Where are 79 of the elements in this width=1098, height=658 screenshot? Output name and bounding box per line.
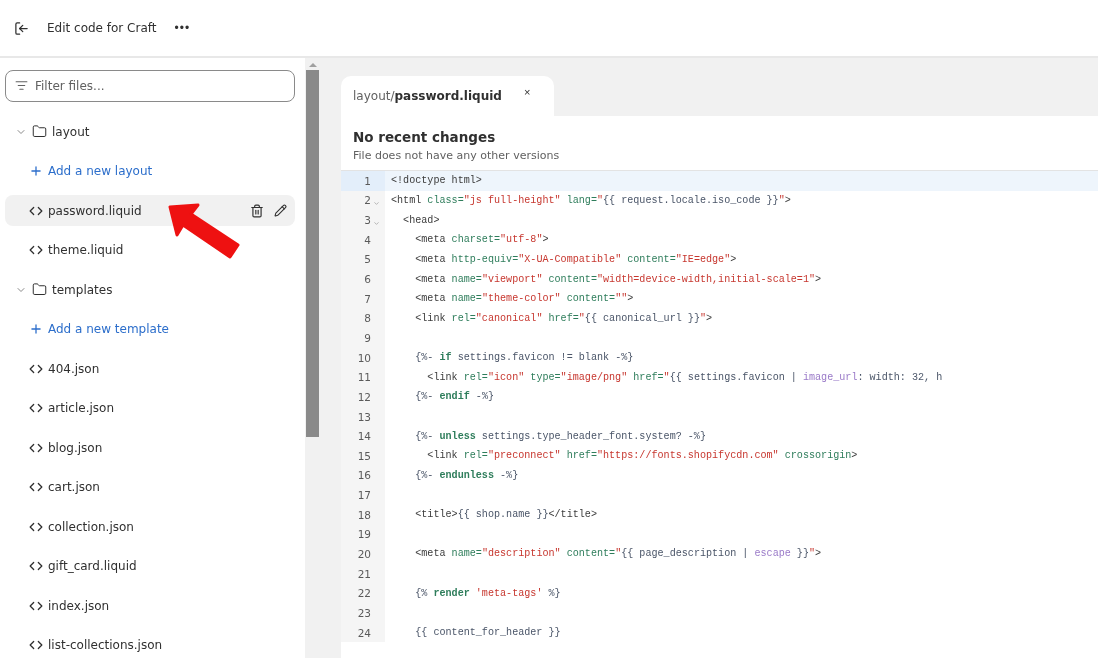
code-line: {% render 'meta-tags' %} — [414, 587, 561, 599]
line-number: 24 — [357, 626, 371, 639]
line-number: 7 — [364, 292, 371, 305]
line-number: 16 — [357, 469, 371, 482]
line-number: 12 — [357, 390, 371, 403]
code-line: <link rel="preconnect" href="https://fonts.shopifycdn.com" crossorigin> — [426, 450, 858, 462]
file-item[interactable]: 404.json — [5, 353, 295, 384]
code-line: <meta charset="utf-8"> — [414, 234, 549, 246]
line-number: 17 — [357, 489, 371, 502]
exit-button[interactable] — [14, 20, 29, 36]
line-number: 23 — [357, 606, 371, 619]
file-item[interactable]: password.liquid — [5, 195, 295, 226]
folder-icon — [32, 282, 47, 297]
plus-icon — [29, 322, 43, 336]
code-line: <title>{{ shop.name }}</title> — [414, 509, 597, 521]
line-number: 13 — [357, 410, 371, 423]
file-tab[interactable]: layout/password.liquid × — [341, 76, 555, 116]
code-icon — [29, 638, 43, 652]
delete-icon[interactable] — [250, 203, 264, 218]
file-item[interactable]: blog.json — [5, 432, 295, 463]
add-file-link[interactable]: Add a new template — [5, 313, 295, 345]
code-icon — [29, 480, 43, 494]
line-number: 4 — [364, 233, 371, 246]
code-line: <meta name="viewport" content="width=device-width,initial-scale=1"> — [414, 273, 822, 285]
file-item[interactable]: article.json — [5, 392, 295, 424]
code-line: <meta name="description" content="{{ page_description | escape }}"> — [414, 548, 822, 560]
rename-icon[interactable] — [274, 203, 287, 217]
code-line: {%- endif -%} — [414, 391, 494, 403]
line-number: 22 — [357, 587, 371, 600]
exit-icon — [14, 20, 29, 36]
code-line: {%- endunless -%} — [414, 469, 519, 481]
close-tab-button[interactable]: × — [523, 86, 531, 98]
folder-row[interactable]: layout — [5, 116, 295, 147]
file-item[interactable]: collection.json — [5, 511, 295, 542]
line-number: 6 — [364, 273, 371, 285]
line-number: 14 — [357, 430, 371, 443]
code-line: <html class="js full-height" lang="{{ request.locale.iso_code }}"> — [390, 194, 791, 206]
code-line: {%- if settings.favicon != blank -%} — [414, 352, 634, 364]
code-line: <link rel="canonical" href="{{ canonical_url }}"> — [414, 312, 713, 324]
history-title: No recent changes — [353, 129, 497, 145]
file-item[interactable]: gift_card.liquid — [5, 550, 295, 582]
line-number: 5 — [364, 253, 371, 266]
filter-icon — [15, 79, 28, 92]
code-line: <meta http-equiv="X-UA-Compatible" content="IE=edge"> — [414, 253, 737, 265]
scrollbar[interactable] — [305, 58, 320, 658]
file-item[interactable]: theme.liquid — [5, 234, 295, 266]
code-line: {{ content_for_header }} — [414, 627, 561, 639]
code-line: <head> — [402, 214, 440, 226]
line-number: 10 — [357, 351, 371, 364]
line-number: 1 — [364, 174, 371, 187]
code-line: <meta name="theme-color" content=""> — [414, 293, 634, 305]
code-icon — [29, 401, 43, 415]
folder-row[interactable]: templates — [5, 274, 295, 305]
line-number: 2 — [364, 194, 371, 207]
history-subtitle: File does not have any other versions — [353, 149, 561, 162]
line-number: 21 — [357, 567, 371, 580]
line-number: 18 — [357, 508, 371, 521]
line-number: 3 — [364, 214, 371, 227]
file-item[interactable]: list-collections.json — [5, 629, 295, 658]
page-title: Edit code for Craft — [47, 21, 157, 35]
pointer-arrow — [168, 203, 240, 259]
file-item[interactable]: index.json — [5, 590, 295, 621]
folder-icon — [32, 124, 47, 139]
add-file-link[interactable]: Add a new layout — [5, 155, 295, 187]
line-number: 8 — [364, 312, 371, 325]
code-line: <!doctype html> — [390, 175, 482, 187]
plus-icon — [29, 164, 43, 178]
line-number: 11 — [357, 371, 371, 384]
line-number: 20 — [357, 548, 371, 560]
code-line: {%- unless settings.type_header_font.system? -%} — [414, 430, 706, 442]
file-item[interactable]: cart.json — [5, 471, 295, 503]
line-number: 15 — [357, 449, 371, 462]
code-line: <link rel="icon" type="image/png" href="{{ settings.favicon | image_url: width: 32, h — [426, 371, 943, 383]
filter-field[interactable]: Filter files... — [5, 70, 295, 102]
line-number: 19 — [357, 528, 371, 541]
code-icon — [29, 243, 43, 257]
code-icon — [29, 559, 43, 573]
more-button[interactable]: ••• — [174, 21, 191, 35]
line-number: 9 — [364, 331, 371, 344]
